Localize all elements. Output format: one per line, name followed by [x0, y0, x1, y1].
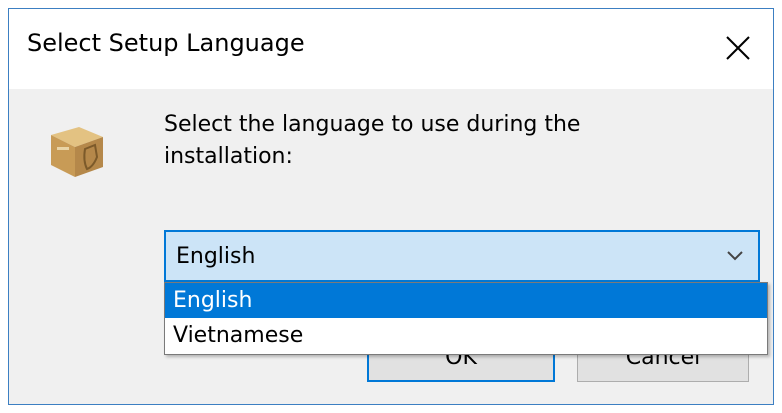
setup-language-dialog: Select Setup Language Select the languag… — [8, 8, 774, 405]
window-title: Select Setup Language — [27, 29, 305, 57]
title-bar: Select Setup Language — [9, 9, 773, 89]
instruction-text: Select the language to use during the in… — [164, 109, 684, 173]
option-vietnamese[interactable]: Vietnamese — [165, 318, 767, 353]
language-combobox[interactable]: English — [164, 230, 760, 282]
close-icon — [726, 36, 750, 60]
chevron-down-icon — [727, 251, 743, 261]
close-button[interactable] — [703, 9, 773, 89]
instruction-line-2: installation: — [164, 144, 293, 169]
instruction-line-1: Select the language to use during the — [164, 112, 581, 137]
selected-language: English — [176, 244, 256, 269]
option-english[interactable]: English — [165, 283, 767, 318]
setup-package-icon — [45, 121, 107, 181]
language-dropdown-list: English Vietnamese — [164, 282, 768, 355]
